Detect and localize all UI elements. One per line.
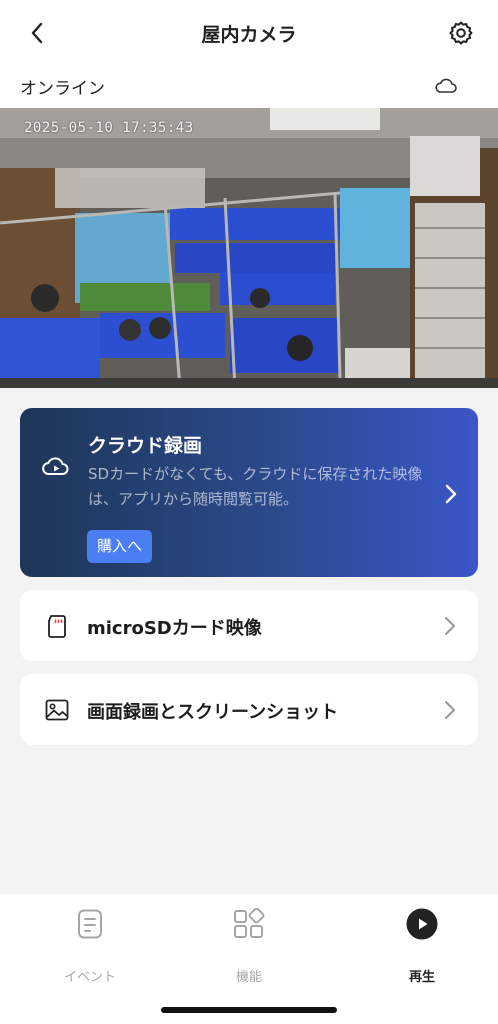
list-item-label: microSDカード映像 (87, 618, 262, 639)
sd-card-icon (48, 615, 66, 638)
page-title: 屋内カメラ (201, 24, 297, 46)
tab-features[interactable]: 機能 (189, 908, 309, 985)
cloud-card-description: SDカードがなくても、クラウドに保存された映像は、アプリから随時閲覧可能。 (88, 465, 423, 508)
chevron-right-icon (445, 617, 455, 635)
chevron-right-icon (445, 701, 455, 719)
camera-timestamp: 2025-05-10 17:35:43 (24, 120, 194, 136)
tab-label: 再生 (408, 970, 435, 985)
bottom-tab-bar: イベント 機能 再生 (0, 894, 498, 1024)
list-item-microsd[interactable]: microSDカード映像 (20, 590, 478, 661)
cloud-play-icon (42, 457, 69, 475)
tab-label: イベント (63, 970, 116, 985)
camera-live-view[interactable]: 2025-05-10 17:35:43 (0, 108, 498, 388)
cloud-icon[interactable] (434, 76, 458, 96)
image-icon (45, 699, 69, 721)
gear-icon (449, 21, 473, 45)
settings-button[interactable] (446, 18, 476, 48)
grid-icon (234, 908, 265, 938)
list-item-recordings[interactable]: 画面録画とスクリーンショット (20, 674, 478, 745)
camera-frame-image (0, 108, 498, 388)
document-icon (78, 909, 102, 939)
tab-playback[interactable]: 再生 (362, 908, 482, 985)
connection-status: オンライン (20, 79, 105, 99)
tab-events[interactable]: イベント (30, 908, 150, 985)
home-indicator (161, 1007, 337, 1013)
chevron-right-icon (445, 484, 457, 504)
top-bar: 屋内カメラ (0, 0, 498, 66)
cloud-card-title: クラウド録画 (88, 435, 203, 457)
status-bar: オンライン (0, 66, 498, 108)
list-item-label: 画面録画とスクリーンショット (87, 702, 339, 723)
play-circle-icon (406, 908, 438, 940)
tab-label: 機能 (235, 970, 262, 985)
buy-button[interactable]: 購入へ (87, 530, 153, 563)
